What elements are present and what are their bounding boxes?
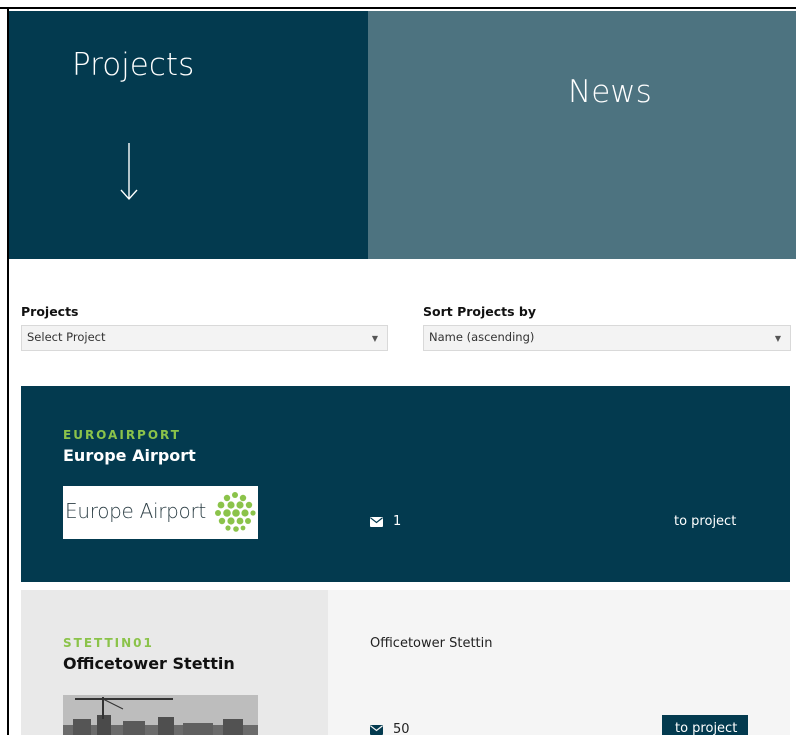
project-messages: 50 bbox=[370, 722, 410, 735]
project-code: EUROAIRPORT bbox=[63, 428, 181, 442]
chevron-down-icon: ▼ bbox=[371, 334, 378, 343]
project-card: EUROAIRPORT Europe Airport Europe Airpor… bbox=[21, 386, 790, 582]
envelope-icon bbox=[370, 724, 383, 735]
arrow-down-icon bbox=[120, 143, 138, 201]
message-count: 50 bbox=[393, 722, 410, 735]
logo-globe-icon bbox=[215, 492, 256, 532]
project-logo: Europe Airport bbox=[63, 486, 258, 539]
tab-projects[interactable]: Projects bbox=[9, 11, 368, 259]
to-project-link[interactable]: to project bbox=[674, 514, 736, 529]
filter-bar: Projects Select Project ▼ Sort Projects … bbox=[21, 304, 791, 354]
construction-skyline-image bbox=[63, 695, 258, 735]
sort-select-value: Name (ascending) bbox=[429, 330, 535, 344]
sort-select[interactable]: Name (ascending) ▼ bbox=[423, 325, 791, 351]
project-description: Officetower Stettin bbox=[370, 636, 493, 651]
frame-top-border bbox=[0, 0, 796, 9]
project-select[interactable]: Select Project ▼ bbox=[21, 325, 388, 351]
project-filter-label: Projects bbox=[21, 304, 79, 319]
envelope-icon bbox=[370, 516, 383, 527]
chevron-down-icon: ▼ bbox=[774, 334, 781, 343]
project-card: STETTIN01 Officetower Stettin Officetowe… bbox=[21, 590, 790, 735]
project-photo bbox=[63, 695, 258, 735]
sort-filter-label: Sort Projects by bbox=[423, 304, 537, 319]
to-project-button[interactable]: to project bbox=[662, 715, 748, 735]
logo-text: Europe Airport bbox=[65, 499, 206, 523]
hero-tabs: Projects News bbox=[9, 11, 796, 259]
tab-news[interactable]: News bbox=[368, 11, 796, 259]
project-select-value: Select Project bbox=[27, 330, 106, 344]
project-name: Officetower Stettin bbox=[63, 654, 235, 673]
project-code: STETTIN01 bbox=[63, 636, 154, 650]
project-messages: 1 bbox=[370, 514, 401, 529]
project-name: Europe Airport bbox=[63, 446, 196, 465]
message-count: 1 bbox=[393, 514, 402, 529]
tab-news-label: News bbox=[568, 74, 652, 110]
tab-projects-label: Projects bbox=[72, 47, 195, 83]
